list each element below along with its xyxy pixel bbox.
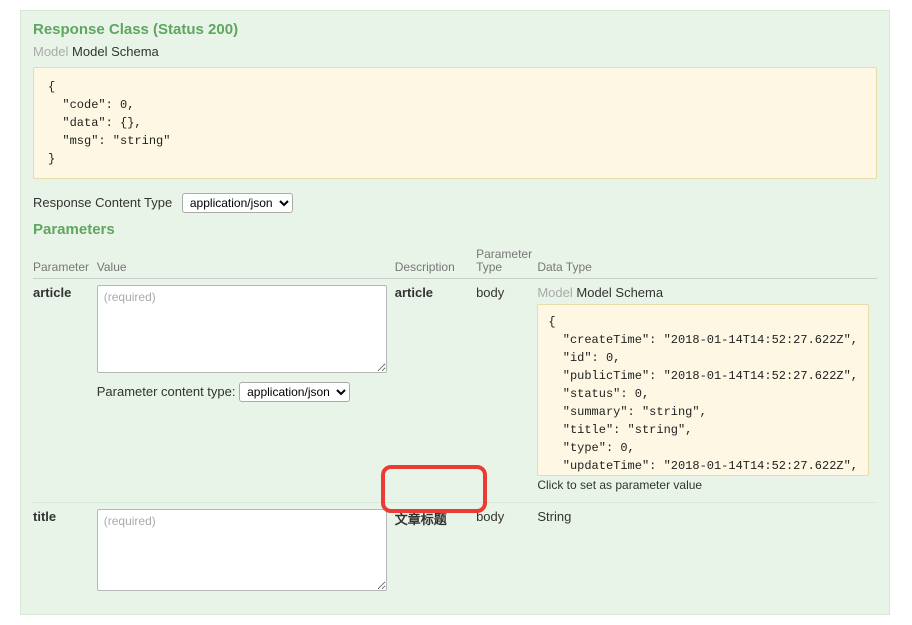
- table-row: title 文章标题bodyString: [33, 503, 877, 605]
- dt-model-tabs: Model Model Schema: [537, 285, 869, 300]
- param-value-cell: [97, 503, 395, 605]
- parameters-tbody: articleParameter content type: applicati…: [33, 279, 877, 605]
- response-class-title: Response Class (Status 200): [33, 21, 877, 38]
- dt-schema-box[interactable]: { "createTime": "2018-01-14T14:52:27.622…: [537, 304, 869, 476]
- response-schema-box: { "code": 0, "data": {}, "msg": "string"…: [33, 67, 877, 179]
- parameters-title: Parameters: [33, 221, 877, 238]
- response-panel: Response Class (Status 200) Model Model …: [20, 10, 890, 615]
- param-value-input[interactable]: [97, 509, 387, 591]
- param-value-cell: Parameter content type: application/json: [97, 279, 395, 503]
- col-parameter-type: Parameter Type: [476, 242, 537, 279]
- col-parameter: Parameter: [33, 242, 97, 279]
- dt-simple: String: [537, 509, 571, 524]
- param-content-type-label: Parameter content type:: [97, 384, 236, 399]
- click-to-set-hint[interactable]: Click to set as parameter value: [537, 478, 869, 492]
- model-tab[interactable]: Model: [33, 44, 68, 59]
- response-content-type-row: Response Content Type application/json: [33, 193, 877, 213]
- response-content-type-label: Response Content Type: [33, 195, 172, 210]
- param-type: body: [476, 503, 537, 605]
- col-value: Value: [97, 242, 395, 279]
- param-description: 文章标题: [395, 503, 476, 605]
- param-content-type-select[interactable]: application/json: [239, 382, 350, 402]
- param-data-type-cell: Model Model Schema { "createTime": "2018-…: [537, 279, 877, 503]
- param-data-type-cell: String: [537, 503, 877, 605]
- col-description: Description: [395, 242, 476, 279]
- parameters-table: Parameter Value Description Parameter Ty…: [33, 242, 877, 604]
- param-value-input[interactable]: [97, 285, 387, 373]
- param-name: title: [33, 503, 97, 605]
- model-schema-tabs: Model Model Schema: [33, 44, 877, 59]
- model-schema-tab[interactable]: Model Schema: [72, 44, 159, 59]
- col-data-type: Data Type: [537, 242, 877, 279]
- param-content-type-row: Parameter content type: application/json: [97, 382, 387, 402]
- table-row: articleParameter content type: applicati…: [33, 279, 877, 503]
- dt-model-tab[interactable]: Model: [537, 285, 572, 300]
- param-name: article: [33, 279, 97, 503]
- param-type: body: [476, 279, 537, 503]
- param-description: article: [395, 279, 476, 503]
- response-content-type-select[interactable]: application/json: [182, 193, 293, 213]
- dt-model-schema-tab[interactable]: Model Schema: [576, 285, 663, 300]
